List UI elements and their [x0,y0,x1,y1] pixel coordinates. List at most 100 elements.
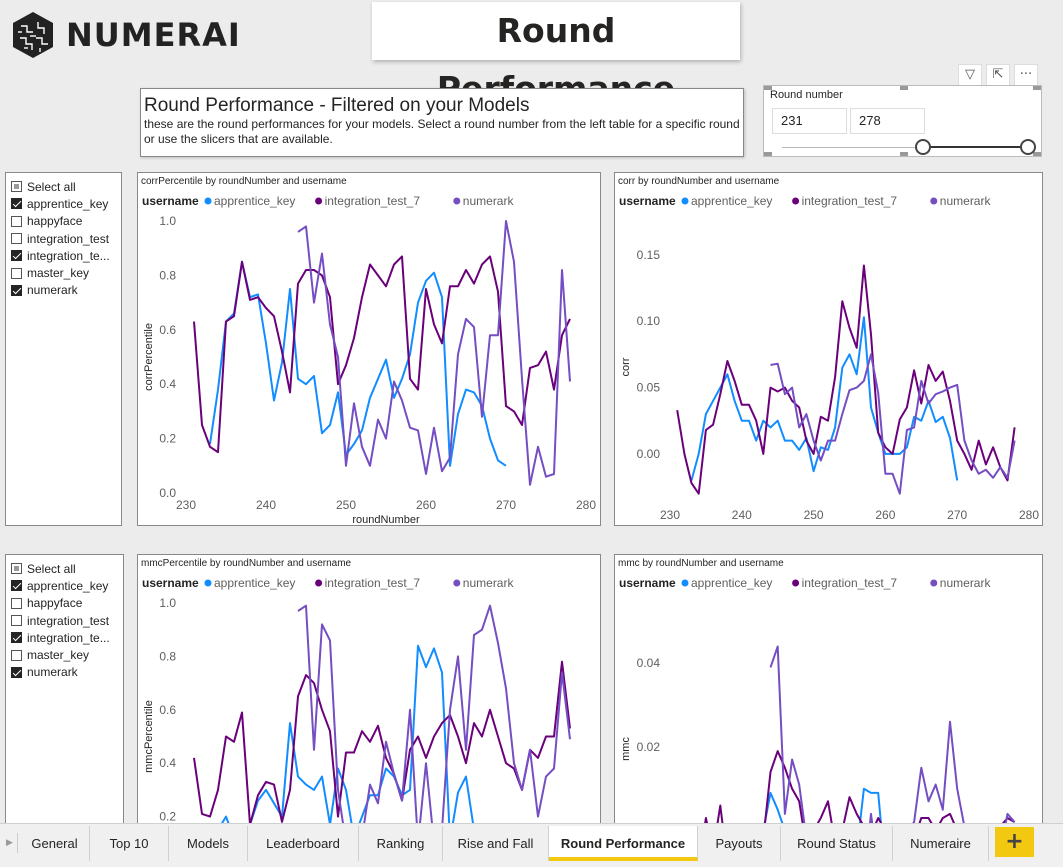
legend-marker [681,579,689,587]
legend-title: username [142,576,199,590]
add-page-button[interactable]: + [995,827,1034,857]
legend-title: username [619,576,676,590]
tab-rise-and-fall[interactable]: Rise and Fall [443,826,549,861]
slider-range [924,146,1030,148]
series-line-numerark [770,353,1016,495]
slider-max-handle[interactable] [1020,139,1036,155]
checkbox[interactable] [11,215,22,227]
legend-marker [930,579,938,587]
series-line-apprentice-key [690,316,959,481]
y-tick-label: 0.4 [159,377,176,391]
checkbox[interactable] [11,563,22,575]
filter-item[interactable]: integration_test [11,612,118,629]
checkbox[interactable] [11,632,22,644]
filter-item[interactable]: integration_te... [11,247,116,264]
checkbox[interactable] [11,580,22,592]
checkbox[interactable] [11,615,22,627]
legend-entry: integration_test_7 [802,194,898,208]
filter-item[interactable]: integration_test [11,230,116,247]
filter-item[interactable]: apprentice_key [11,577,118,594]
series-line-integration-test-7 [703,750,1016,828]
y-axis-label: mmcPercentile [143,700,155,773]
round-number-slicer[interactable]: Round number 231 278 [763,85,1042,157]
filter-item[interactable]: apprentice_key [11,195,116,212]
select-all-item[interactable]: Select all [11,178,116,195]
x-tick-label: 250 [336,498,356,512]
info-description: these are the round performances for you… [144,117,740,146]
corr-chart: corr by roundNumber and username username… [614,172,1043,526]
tab-top-10[interactable]: Top 10 [90,826,169,861]
filter-item-label: integration_te... [27,630,110,645]
round-from-input[interactable]: 231 [772,108,847,134]
y-tick-label: 0.4 [159,756,176,770]
checkbox[interactable] [11,181,22,193]
y-tick-label: 0.2 [159,810,176,824]
page-title: Round Performance [372,2,740,108]
tab-general[interactable]: General [20,826,90,861]
series-line-numerark [297,220,571,486]
tab-payouts[interactable]: Payouts [698,826,781,861]
tab-models[interactable]: Models [169,826,248,861]
checkbox[interactable] [11,284,22,296]
more-options-icon[interactable]: ··· [1014,64,1038,86]
filter-item[interactable]: happyface [11,595,118,612]
slicer-title: Round number [770,89,843,101]
numerai-logo-icon [13,12,53,58]
legend-marker [315,579,323,587]
y-tick-label: 0.04 [637,656,661,670]
y-axis-label: corr [620,357,632,376]
numerai-logo: NUMERAI [8,10,240,60]
filter-item[interactable]: integration_te... [11,629,118,646]
series-line-numerark [297,604,571,828]
checkbox[interactable] [11,597,22,609]
resize-handle[interactable] [764,152,772,156]
x-tick-label: 240 [256,498,276,512]
filter-item[interactable]: numerark [11,282,116,299]
legend-entry: apprentice_key [214,194,295,208]
legend-marker [204,579,212,587]
filter-item[interactable]: master_key [11,264,116,281]
filter-item[interactable]: master_key [11,646,118,663]
x-axis-label: roundNumber [816,524,884,526]
x-tick-label: 270 [496,498,516,512]
select-all-item[interactable]: Select all [11,560,118,577]
slider-min-handle[interactable] [915,139,931,155]
scroll-left-icon[interactable]: ▶ [2,833,18,853]
checkbox[interactable] [11,649,22,661]
tab-numeraire[interactable]: Numeraire [893,826,989,861]
resize-handle[interactable] [1033,86,1041,90]
round-to-input[interactable]: 278 [850,108,925,134]
filter-item-label: apprentice_key [27,196,109,211]
tab-leaderboard[interactable]: Leaderboard [248,826,359,861]
resize-handle[interactable] [1033,152,1041,156]
filter-icon[interactable]: ▽ [958,64,982,86]
y-tick-label: 0.00 [637,447,661,461]
chart-title: mmcPercentile by roundNumber and usernam… [141,558,352,569]
checkbox[interactable] [11,233,22,245]
filter-item[interactable]: numerark [11,664,118,681]
filter-item-label: master_key [27,266,90,281]
tab-round-performance[interactable]: Round Performance [549,826,698,861]
resize-handle[interactable] [900,86,908,90]
filter-item[interactable]: happyface [11,213,116,230]
legend-title: username [619,194,676,208]
tab-ranking[interactable]: Ranking [359,826,443,861]
series-line-apprentice-key [217,644,475,828]
filter-item-label: master_key [27,648,90,663]
mmc-percentile-chart: mmcPercentile by roundNumber and usernam… [137,554,601,829]
info-box: Round Performance - Filtered on your Mod… [140,88,744,157]
checkbox[interactable] [11,250,22,262]
tab-round-status[interactable]: Round Status [781,826,893,861]
y-axis-label: corrPercentile [143,323,155,391]
checkbox[interactable] [11,666,22,678]
focus-mode-icon[interactable]: ⇱ [986,64,1010,86]
legend-entry: integration_test_7 [325,576,421,590]
resize-handle[interactable] [900,152,908,156]
filter-item-label: integration_test [27,613,110,628]
checkbox[interactable] [11,198,22,210]
checkbox[interactable] [11,267,22,279]
legend-marker [792,197,800,205]
y-tick-label: 1.0 [159,214,176,228]
legend-entry: apprentice_key [214,576,295,590]
filter-item-label: numerark [27,665,78,680]
